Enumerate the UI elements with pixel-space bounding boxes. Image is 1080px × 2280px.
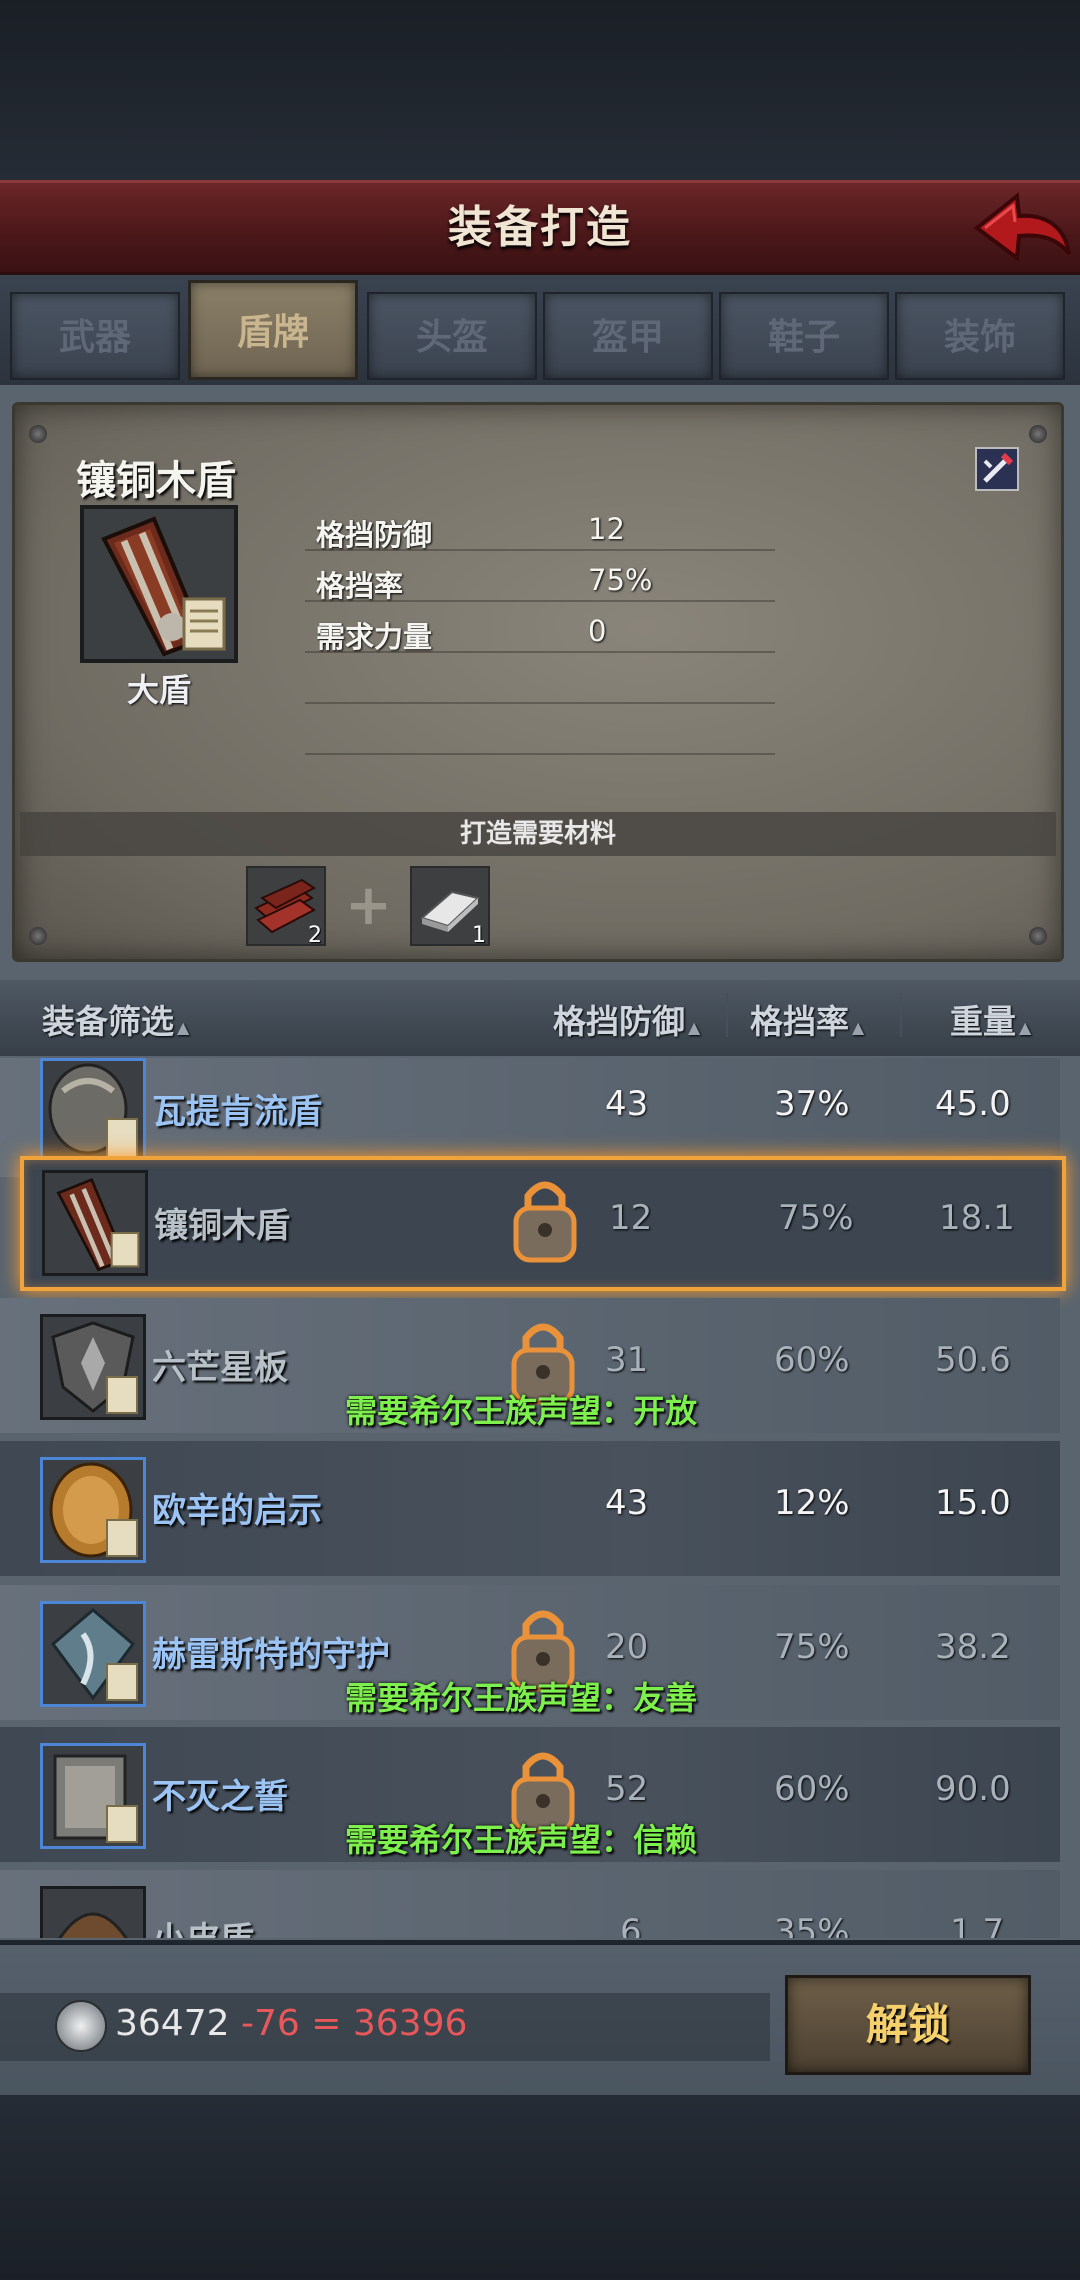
cost: -76 bbox=[240, 2003, 300, 2044]
tab-accessories[interactable]: 装饰 bbox=[895, 292, 1065, 380]
item-weight: 45.0 bbox=[935, 1084, 1011, 1124]
edit-icon[interactable] bbox=[975, 447, 1019, 491]
item-name: 镶铜木盾 bbox=[154, 1206, 290, 1246]
stat-value-rate: 75% bbox=[588, 563, 653, 597]
list-item[interactable]: 小皮盾 6 35% 1.7 bbox=[0, 1870, 1060, 1938]
page-title: 装备打造 bbox=[448, 202, 632, 253]
sort-weight-button[interactable]: 重量 ▲ bbox=[950, 995, 1031, 1043]
requirement-text: 需要希尔王族声望：开放 bbox=[345, 1392, 698, 1430]
stat-value-strength: 0 bbox=[588, 614, 607, 648]
item-weight: 15.0 bbox=[935, 1483, 1011, 1523]
unlock-button[interactable]: 解锁 bbox=[785, 1975, 1031, 2075]
item-name: 赫雷斯特的守护 bbox=[152, 1635, 390, 1675]
back-arrow-icon[interactable] bbox=[965, 182, 1075, 270]
item-name: 欧辛的启示 bbox=[152, 1491, 322, 1531]
shield-icon bbox=[40, 1601, 146, 1707]
divider bbox=[305, 702, 775, 704]
item-block: 43 bbox=[605, 1483, 649, 1523]
requirement-text: 需要希尔王族声望：信赖 bbox=[345, 1821, 698, 1859]
item-rate: 12% bbox=[774, 1483, 850, 1523]
tab-armor[interactable]: 盔甲 bbox=[543, 292, 713, 380]
current-money: 36472 bbox=[115, 2003, 230, 2044]
item-weight: 90.0 bbox=[935, 1769, 1011, 1809]
stat-label-block: 格挡防御 bbox=[316, 518, 433, 552]
item-type: 大盾 bbox=[126, 671, 191, 709]
shield-icon bbox=[40, 1743, 146, 1849]
stat-label-strength: 需求力量 bbox=[316, 620, 433, 654]
item-rate: 37% bbox=[774, 1084, 850, 1124]
item-weight: 18.1 bbox=[939, 1198, 1015, 1238]
equipment-list[interactable]: 瓦提肯流盾 43 37% 45.0 镶铜木盾 12 75% 18.1 六芒星板 … bbox=[0, 1058, 1080, 1938]
item-weight: 50.6 bbox=[935, 1340, 1011, 1380]
status-bar-area bbox=[0, 0, 1080, 180]
plus-icon: + bbox=[345, 873, 392, 938]
material-count: 2 bbox=[308, 923, 322, 948]
item-weight: 1.7 bbox=[950, 1912, 1005, 1938]
filter-sort-button[interactable]: 装备筛选 ▲ bbox=[42, 995, 189, 1043]
item-block: 43 bbox=[605, 1084, 649, 1124]
rivet-icon bbox=[1029, 927, 1047, 945]
divider bbox=[900, 993, 902, 1037]
shield-icon bbox=[40, 1058, 146, 1164]
rivet-icon bbox=[29, 425, 47, 443]
list-item[interactable]: 赫雷斯特的守护 20 75% 38.2 需要希尔王族声望：友善 bbox=[0, 1585, 1060, 1720]
sort-arrow-icon: ▲ bbox=[852, 1018, 865, 1037]
item-rate: 35% bbox=[774, 1912, 850, 1938]
column-header-rate: 格挡率 bbox=[750, 1002, 849, 1041]
result-money: = 36396 bbox=[311, 2003, 468, 2044]
currency-calculation: 36472 -76 = 36396 bbox=[115, 2003, 467, 2044]
tab-shields[interactable]: 盾牌 bbox=[188, 280, 358, 380]
sort-block-button[interactable]: 格挡防御 ▲ bbox=[553, 995, 700, 1043]
item-rate: 60% bbox=[774, 1769, 850, 1809]
item-name: 小皮盾 bbox=[152, 1912, 254, 1938]
shield-icon bbox=[80, 505, 238, 663]
shield-icon bbox=[40, 1314, 146, 1420]
item-rate: 60% bbox=[774, 1340, 850, 1380]
rivet-icon bbox=[1029, 425, 1047, 443]
item-name: 不灭之誓 bbox=[152, 1777, 288, 1817]
item-block: 52 bbox=[605, 1769, 649, 1809]
list-item[interactable]: 六芒星板 31 60% 50.6 需要希尔王族声望：开放 bbox=[0, 1298, 1060, 1433]
tab-helmets[interactable]: 头盔 bbox=[367, 292, 537, 380]
tab-shoes[interactable]: 鞋子 bbox=[719, 292, 889, 380]
item-name: 镶铜木盾 bbox=[76, 458, 236, 504]
item-block: 31 bbox=[605, 1340, 649, 1380]
list-item-selected[interactable]: 镶铜木盾 12 75% 18.1 bbox=[20, 1156, 1066, 1291]
item-weight: 38.2 bbox=[935, 1627, 1011, 1667]
item-rate: 75% bbox=[774, 1627, 850, 1667]
shield-icon bbox=[40, 1886, 146, 1938]
item-name: 瓦提肯流盾 bbox=[152, 1092, 322, 1132]
divider bbox=[305, 753, 775, 755]
list-item[interactable]: 不灭之誓 52 60% 90.0 需要希尔王族声望：信赖 bbox=[0, 1727, 1060, 1862]
sort-arrow-icon: ▲ bbox=[688, 1018, 701, 1037]
filter-label: 装备筛选 bbox=[42, 1002, 174, 1041]
requirement-text: 需要希尔王族声望：友善 bbox=[345, 1679, 698, 1717]
column-header-block: 格挡防御 bbox=[553, 1002, 685, 1041]
iron-ingot-icon[interactable]: 1 bbox=[410, 866, 490, 948]
materials-header: 打造需要材料 bbox=[20, 812, 1056, 856]
navigation-bar-area bbox=[0, 2095, 1080, 2280]
item-block: 20 bbox=[605, 1627, 649, 1667]
rivet-icon bbox=[29, 927, 47, 945]
stat-label-rate: 格挡率 bbox=[316, 569, 404, 603]
sort-arrow-icon: ▲ bbox=[1019, 1018, 1032, 1037]
item-rate: 75% bbox=[778, 1198, 854, 1238]
shield-icon bbox=[42, 1170, 148, 1276]
column-header-weight: 重量 bbox=[950, 1002, 1016, 1041]
wood-planks-icon[interactable]: 2 bbox=[246, 866, 326, 948]
item-block: 12 bbox=[609, 1198, 653, 1238]
item-name: 六芒星板 bbox=[152, 1348, 288, 1388]
material-count: 1 bbox=[472, 923, 486, 948]
divider bbox=[726, 993, 728, 1037]
shield-icon bbox=[40, 1457, 146, 1563]
sort-rate-button[interactable]: 格挡率 ▲ bbox=[750, 995, 864, 1043]
sort-arrow-icon: ▲ bbox=[177, 1018, 190, 1037]
stat-value-block: 12 bbox=[588, 512, 625, 546]
list-item[interactable]: 欧辛的启示 43 12% 15.0 bbox=[0, 1441, 1060, 1576]
item-block: 6 bbox=[620, 1912, 642, 1938]
tab-weapons[interactable]: 武器 bbox=[10, 292, 180, 380]
silver-coin-icon bbox=[55, 2000, 107, 2052]
lock-icon bbox=[513, 1181, 577, 1263]
